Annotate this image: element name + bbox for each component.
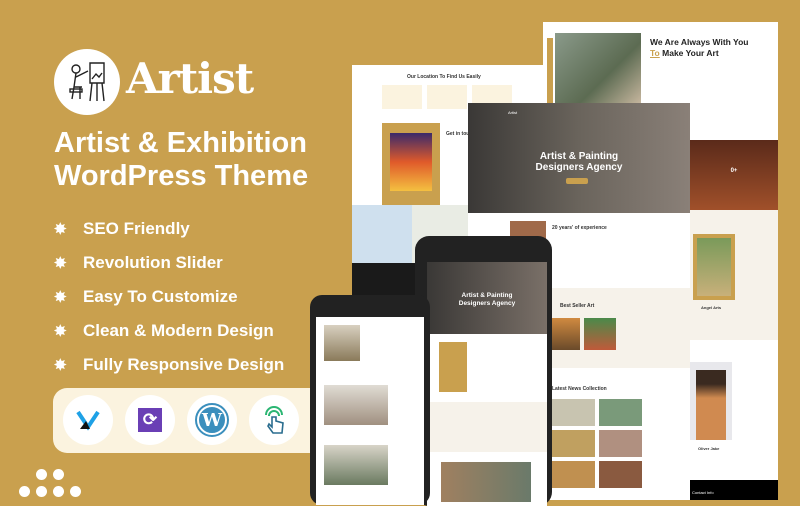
news-title: Latest News Collection — [552, 386, 607, 392]
painter-at-easel-icon — [69, 62, 105, 102]
feature-item: ✸ SEO Friendly — [54, 212, 284, 246]
headline-line-2: WordPress Theme — [54, 160, 309, 192]
feature-label: Revolution Slider — [83, 253, 223, 272]
feature-item: ✸ Clean & Modern Design — [54, 314, 284, 348]
best-seller-title: Best Seller Art — [560, 303, 595, 309]
star-burst-icon: ✸ — [54, 357, 67, 374]
feature-item: ✸ Easy To Customize — [54, 280, 284, 314]
tablet-hero-title: Artist & Painting Designers Agency — [427, 262, 547, 334]
feature-label: SEO Friendly — [83, 219, 190, 238]
contact-info-footer: Contact Info — [690, 480, 778, 500]
star-burst-icon: ✸ — [54, 289, 67, 306]
site-logo: Artist — [508, 110, 518, 115]
hero-title: Artist & Painting Designers Agency — [535, 151, 623, 173]
counter: 0+ — [730, 168, 738, 174]
team-member-name: Oliver Jake — [698, 446, 720, 451]
revolution-slider-icon: ⟳ — [125, 395, 175, 445]
star-burst-icon: ✸ — [54, 221, 67, 238]
wordpress-icon: W — [187, 395, 237, 445]
logo-badge — [54, 49, 120, 115]
artwork-title: Angel Arts — [701, 305, 722, 310]
tablet-mockup: Artist & Painting Designers Agency — [415, 236, 552, 506]
headline: Artist & Exhibition WordPress Theme — [54, 127, 308, 193]
feature-label: Easy To Customize — [83, 287, 238, 306]
feature-item: ✸ Fully Responsive Design — [54, 348, 284, 382]
phone-mockup — [310, 295, 430, 505]
feature-item: ✸ Revolution Slider — [54, 246, 284, 280]
experience-title: 20 years' of experience — [552, 225, 607, 231]
star-burst-icon: ✸ — [54, 255, 67, 272]
location-title: Our Location To Find Us Easily — [407, 74, 481, 80]
feature-label: Fully Responsive Design — [83, 355, 285, 374]
elementor-x-icon — [63, 395, 113, 445]
brand-name: Artist — [126, 54, 254, 103]
star-burst-icon: ✸ — [54, 323, 67, 340]
feature-list: ✸ SEO Friendly ✸ Revolution Slider ✸ Easy T… — [54, 212, 284, 382]
feature-label: Clean & Modern Design — [83, 321, 274, 340]
headline-line-1: Artist & Exhibition — [54, 127, 307, 159]
about-title: We Are Always With You To Make Your Art — [650, 37, 749, 58]
touch-responsive-icon — [249, 395, 299, 445]
